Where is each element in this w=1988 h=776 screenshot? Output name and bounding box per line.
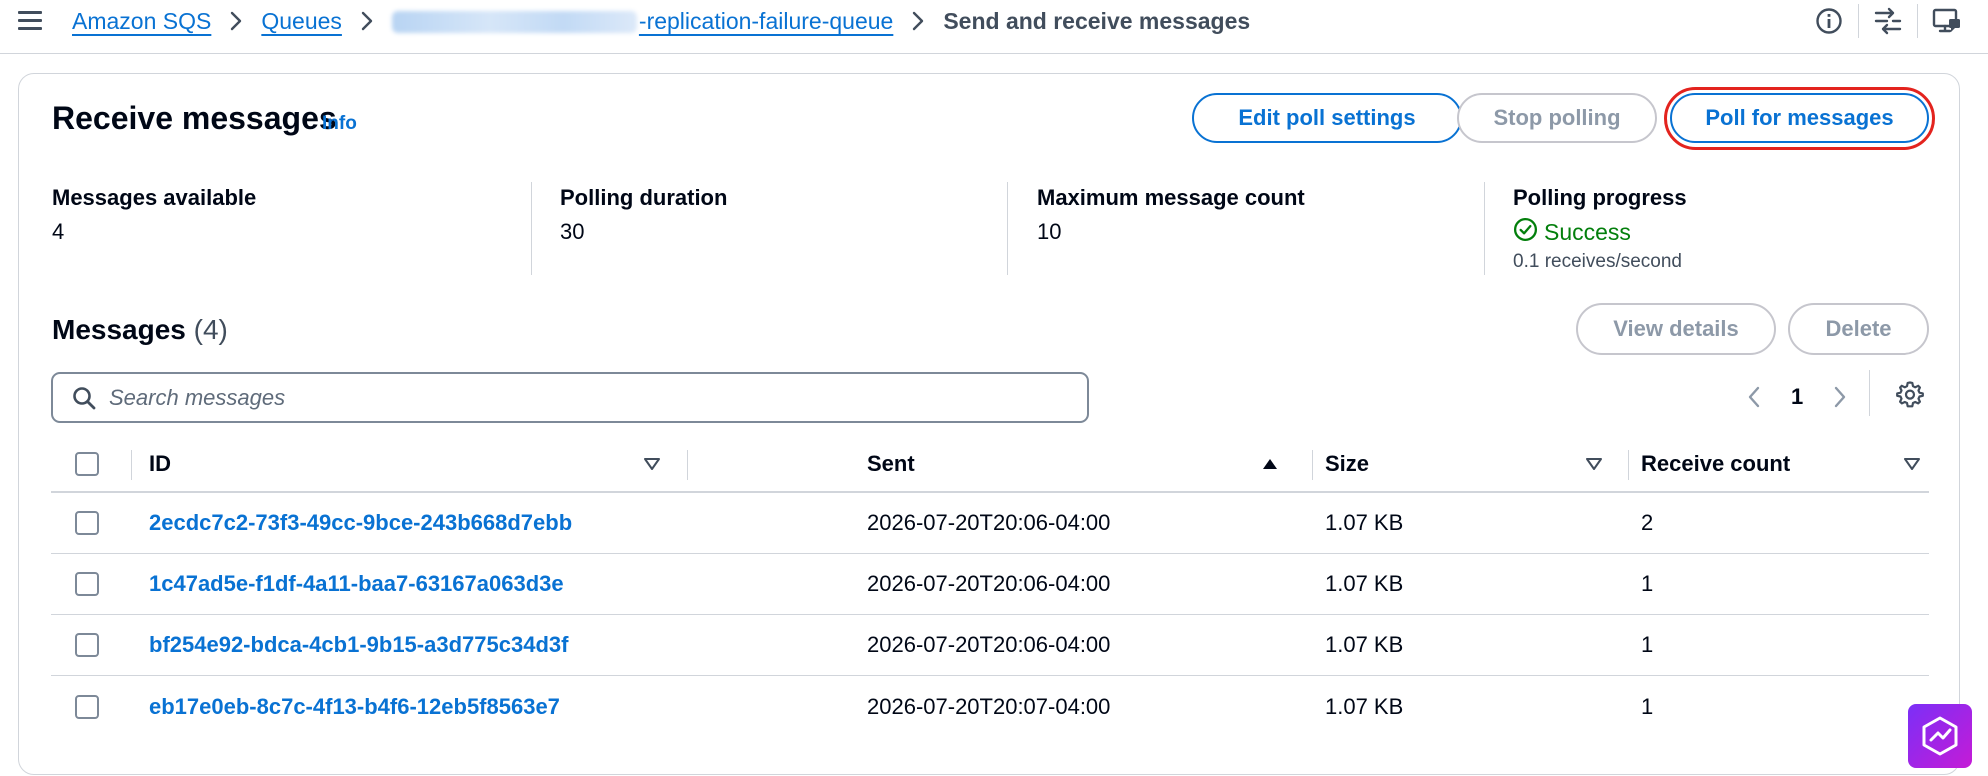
- divider: [1869, 370, 1870, 416]
- divider: [1312, 450, 1313, 480]
- delete-button[interactable]: Delete: [1788, 303, 1929, 355]
- poll-for-messages-button[interactable]: Poll for messages: [1670, 93, 1929, 143]
- divider: [531, 182, 532, 275]
- receive-messages-heading: Receive messages: [52, 100, 337, 136]
- assistant-launcher-icon[interactable]: [1908, 704, 1972, 768]
- row-checkbox[interactable]: [75, 511, 99, 535]
- chevron-right-icon: [229, 10, 243, 32]
- gear-icon[interactable]: [1893, 377, 1927, 411]
- messages-table: ID Sent Size Receive count 2ecdc7c2-73f3…: [51, 436, 1929, 737]
- table-row[interactable]: 2ecdc7c2-73f3-49cc-9bce-243b668d7ebb 202…: [51, 493, 1929, 554]
- search-input[interactable]: [109, 375, 1087, 420]
- message-receive-count: 2: [1641, 510, 1654, 535]
- message-sent: 2026-07-20T20:06-04:00: [867, 510, 1111, 535]
- stat-polling-progress: Polling progress Success 0.1 receives/se…: [1513, 185, 1687, 272]
- stop-polling-button[interactable]: Stop polling: [1457, 93, 1657, 143]
- info-circle-icon[interactable]: [1812, 4, 1846, 38]
- status-indicator: Success: [1513, 217, 1687, 247]
- top-navigation-bar: Amazon SQS Queues -replication-failure-q…: [0, 0, 1988, 54]
- search-box: [51, 372, 1089, 423]
- message-receive-count: 1: [1641, 571, 1654, 596]
- row-checkbox[interactable]: [75, 694, 99, 719]
- message-id-link[interactable]: eb17e0eb-8c7c-4f13-b4f6-12eb5f8563e7: [149, 694, 560, 720]
- column-header-id[interactable]: ID: [149, 436, 171, 491]
- message-id-link[interactable]: 1c47ad5e-f1df-4a11-baa7-63167a063d3e: [149, 571, 564, 597]
- table-row[interactable]: bf254e92-bdca-4cb1-9b15-a3d775c34d3f 202…: [51, 615, 1929, 676]
- caret-down-icon[interactable]: [1585, 436, 1603, 491]
- select-all-checkbox[interactable]: [75, 451, 99, 476]
- message-receive-count: 1: [1641, 632, 1654, 657]
- message-sent: 2026-07-20T20:07-04:00: [867, 693, 1111, 719]
- edit-poll-settings-button[interactable]: Edit poll settings: [1192, 93, 1462, 143]
- view-details-button[interactable]: View details: [1576, 303, 1776, 355]
- pagination: 1: [1739, 374, 1855, 420]
- breadcrumb-current-page: Send and receive messages: [943, 7, 1251, 34]
- redacted-text: [391, 11, 637, 34]
- search-icon: [71, 384, 99, 412]
- breadcrumb: Amazon SQS Queues -replication-failure-q…: [72, 0, 1250, 42]
- page-number[interactable]: 1: [1791, 384, 1803, 410]
- check-circle-icon: [1513, 217, 1538, 247]
- divider: [1858, 4, 1859, 38]
- caret-down-icon[interactable]: [643, 436, 661, 491]
- message-size: 1.07 KB: [1325, 510, 1404, 535]
- message-receive-count: 1: [1641, 693, 1654, 719]
- messages-heading: Messages (4): [52, 314, 228, 345]
- row-checkbox[interactable]: [75, 572, 99, 596]
- status-success-text: Success: [1544, 218, 1631, 245]
- breadcrumb-queues[interactable]: Queues: [261, 8, 342, 35]
- stat-maximum-message-count: Maximum message count 10: [1037, 185, 1305, 244]
- column-header-size[interactable]: Size: [1325, 436, 1369, 491]
- receive-messages-panel: Receive messages Info Edit poll settings…: [18, 73, 1960, 775]
- row-checkbox[interactable]: [75, 633, 99, 657]
- divider: [1484, 182, 1485, 275]
- chevron-right-icon[interactable]: [1825, 377, 1855, 417]
- monitor-chat-icon[interactable]: [1930, 4, 1964, 38]
- message-size: 1.07 KB: [1325, 693, 1404, 719]
- stat-polling-duration: Polling duration 30: [560, 185, 728, 244]
- info-link[interactable]: Info: [322, 113, 357, 135]
- table-row[interactable]: 1c47ad5e-f1df-4a11-baa7-63167a063d3e 202…: [51, 554, 1929, 615]
- message-sent: 2026-07-20T20:06-04:00: [867, 571, 1111, 596]
- message-id-link[interactable]: bf254e92-bdca-4cb1-9b15-a3d775c34d3f: [149, 632, 568, 658]
- divider: [1007, 182, 1008, 275]
- polling-stats: Messages available 4 Polling duration 30…: [52, 182, 1942, 277]
- message-size: 1.07 KB: [1325, 632, 1404, 657]
- table-row[interactable]: eb17e0eb-8c7c-4f13-b4f6-12eb5f8563e7 202…: [51, 676, 1929, 737]
- divider: [687, 450, 688, 480]
- table-header: ID Sent Size Receive count: [51, 436, 1929, 493]
- stat-messages-available: Messages available 4: [52, 185, 257, 244]
- caret-down-icon[interactable]: [1903, 436, 1921, 491]
- receive-rate: 0.1 receives/second: [1513, 251, 1682, 272]
- hamburger-menu-icon[interactable]: [16, 8, 44, 34]
- message-size: 1.07 KB: [1325, 571, 1404, 596]
- caret-up-icon[interactable]: [1261, 436, 1279, 491]
- top-utility-icons: [1812, 0, 1964, 42]
- breadcrumb-amazon-sqs[interactable]: Amazon SQS: [72, 8, 211, 35]
- chevron-left-icon[interactable]: [1739, 377, 1769, 417]
- messages-count: (4): [193, 314, 228, 345]
- column-header-receive-count[interactable]: Receive count: [1641, 436, 1790, 491]
- column-header-sent[interactable]: Sent: [867, 436, 915, 491]
- divider: [131, 450, 132, 480]
- chevron-right-icon: [360, 10, 374, 32]
- divider: [1628, 450, 1629, 480]
- breadcrumb-queue-name[interactable]: -replication-failure-queue: [391, 8, 893, 35]
- arrows-compare-icon[interactable]: [1871, 4, 1905, 38]
- chevron-right-icon: [911, 10, 925, 32]
- divider: [1917, 4, 1918, 38]
- message-id-link[interactable]: 2ecdc7c2-73f3-49cc-9bce-243b668d7ebb: [149, 510, 572, 536]
- message-sent: 2026-07-20T20:06-04:00: [867, 632, 1111, 657]
